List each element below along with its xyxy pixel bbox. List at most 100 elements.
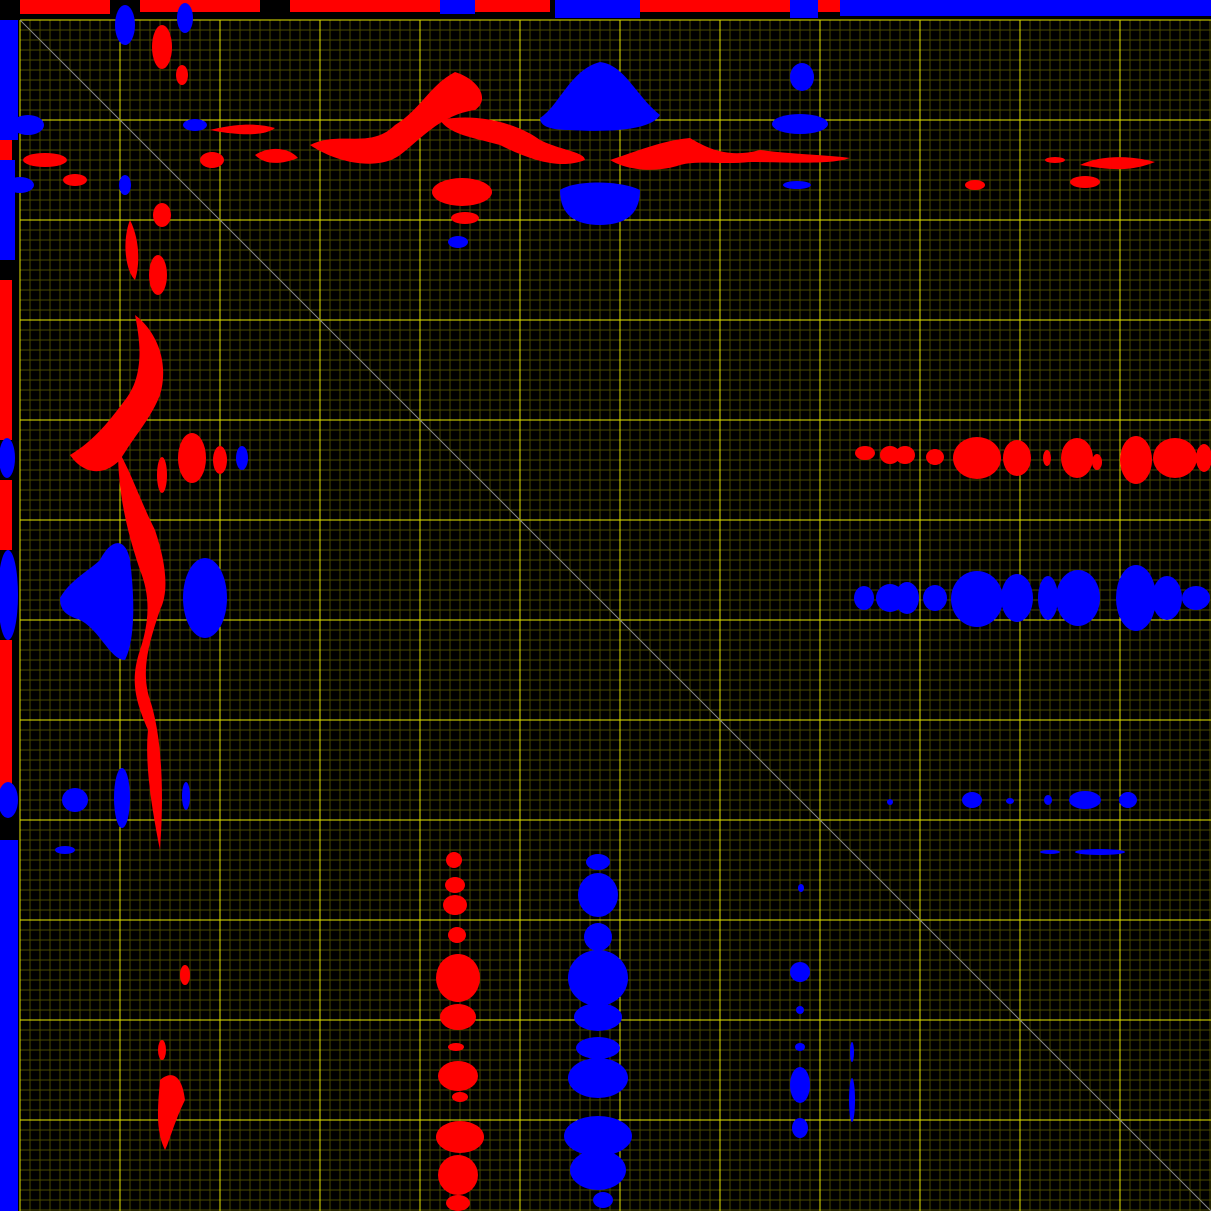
negative-contour [177,3,193,33]
positive-contour [153,203,171,227]
positive-contour [200,152,224,168]
negative-contour [568,1058,628,1098]
positive-contour [158,1040,166,1060]
positive-contour [1045,157,1065,163]
positive-contour [1070,176,1100,188]
negative-contour [183,558,227,638]
negative-contour [6,177,34,193]
negative-contour [1001,574,1033,622]
negative-contour [1006,798,1014,804]
negative-contour [923,585,947,611]
positive-contour [443,895,467,915]
negative-contour [578,873,618,917]
negative-contour [1182,586,1210,610]
positive-contour [446,1195,470,1211]
negative-contour [448,236,468,248]
negative-contour [1075,849,1125,855]
positive-contour [149,255,167,295]
negative-contour [790,962,810,982]
negative-contour [570,1150,626,1190]
negative-contour [783,181,811,189]
positive-contour [432,178,492,206]
negative-contour [887,799,893,805]
positive-contour [20,0,110,14]
negative-contour [790,1067,810,1103]
positive-contour [451,212,479,224]
positive-contour [157,457,167,493]
negative-contour [593,1192,613,1208]
positive-contour [180,965,190,985]
positive-contour [452,1092,468,1102]
negative-contour [568,950,628,1006]
negative-contour [114,768,130,828]
negative-contour [1044,795,1052,805]
negative-contour [1040,850,1060,854]
positive-contour [0,640,12,790]
negative-contour [586,854,610,870]
positive-contour [23,153,67,167]
negative-contour [576,1037,620,1059]
positive-contour [438,1155,478,1195]
negative-contour [119,175,131,195]
negative-contour [62,788,88,812]
negative-contour [0,840,18,1211]
negative-contour [12,115,44,135]
positive-contour [815,0,840,12]
positive-contour [178,433,206,483]
positive-contour [640,0,790,12]
negative-contour [1119,792,1137,808]
negative-contour [1038,576,1058,620]
positive-contour [290,0,550,12]
positive-contour [0,280,12,440]
positive-contour [895,446,915,464]
negative-contour [574,1003,622,1031]
positive-contour [213,446,227,474]
negative-contour [584,923,612,951]
positive-contour [953,437,1001,479]
negative-contour [798,884,804,892]
positive-contour [445,877,465,893]
positive-contour [446,852,462,868]
positive-contour [448,1043,464,1051]
negative-contour [1116,565,1156,631]
contour-plot [0,0,1211,1211]
positive-contour [436,1121,484,1153]
negative-contour [790,0,818,18]
positive-contour [1153,438,1197,478]
negative-contour [440,0,475,14]
positive-contour [63,174,87,186]
negative-contour [115,5,135,45]
negative-contour [850,1042,854,1062]
negative-contour [840,0,1211,16]
positive-contour [1003,440,1031,476]
negative-contour [895,582,919,614]
positive-contour [0,480,12,550]
negative-contour [1056,570,1100,626]
negative-contour [962,792,982,808]
negative-contour [555,0,640,18]
negative-contour [772,114,828,134]
positive-contour [176,65,188,85]
positive-contour [440,1004,476,1030]
positive-contour [448,927,466,943]
positive-contour [152,25,172,69]
positive-contour [926,449,944,465]
negative-contour [796,1006,804,1014]
positive-contour [438,1061,478,1091]
positive-contour [1061,438,1093,478]
negative-contour [236,446,248,470]
positive-contour [140,0,260,12]
negative-contour [849,1078,855,1122]
negative-contour [792,1118,808,1138]
negative-contour [183,119,207,131]
positive-contour [1043,450,1051,466]
negative-contour [790,63,814,91]
positive-contour [436,954,480,1002]
negative-contour [854,586,874,610]
negative-contour [1069,791,1101,809]
positive-contour [855,446,875,460]
negative-contour [951,571,1003,627]
negative-contour [1152,576,1182,620]
negative-contour [795,1043,805,1051]
negative-contour [0,160,15,260]
